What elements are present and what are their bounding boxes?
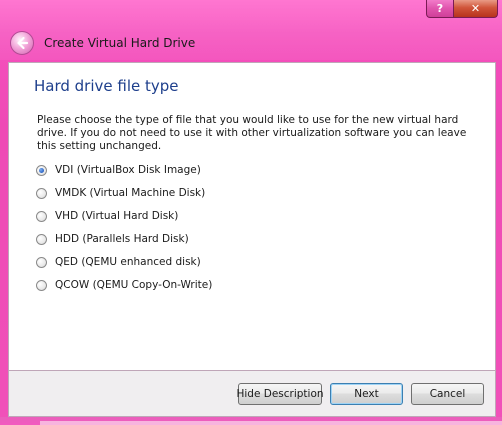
radio-option-hdd[interactable]: HDD (Parallels Hard Disk) (36, 231, 189, 247)
radio-label: VMDK (Virtual Machine Disk) (55, 187, 206, 199)
radio-label: HDD (Parallels Hard Disk) (55, 233, 189, 245)
radio-label: QCOW (QEMU Copy-On-Write) (55, 279, 213, 291)
radio-label: VHD (Virtual Hard Disk) (55, 210, 179, 222)
back-arrow-icon (17, 36, 29, 50)
radio-option-vmdk[interactable]: VMDK (Virtual Machine Disk) (36, 185, 205, 201)
radio-option-vdi[interactable]: VDI (VirtualBox Disk Image) (36, 162, 201, 178)
hide-description-button[interactable]: Hide Description (236, 383, 324, 405)
radio-option-qed[interactable]: QED (QEMU enhanced disk) (36, 254, 201, 270)
page-description: Please choose the type of file that you … (37, 114, 467, 152)
back-button[interactable] (10, 31, 34, 55)
radio-unselected-icon[interactable] (36, 187, 47, 199)
caption-buttons: ? ✕ (426, 0, 498, 18)
radio-option-vhd[interactable]: VHD (Virtual Hard Disk) (36, 208, 178, 224)
wizard-page: Hard drive file type Please choose the t… (8, 62, 496, 371)
radio-unselected-icon[interactable] (36, 210, 47, 222)
radio-unselected-icon[interactable] (36, 279, 47, 291)
help-icon: ? (436, 2, 444, 15)
radio-selected-icon[interactable] (36, 164, 47, 176)
help-button[interactable]: ? (426, 0, 454, 18)
dialog-title: Create Virtual Hard Drive (44, 36, 196, 50)
close-button[interactable]: ✕ (454, 0, 498, 18)
radio-label: VDI (VirtualBox Disk Image) (55, 164, 201, 176)
radio-dot (39, 167, 44, 173)
cancel-button[interactable]: Cancel (411, 383, 484, 405)
radio-option-qcow[interactable]: QCOW (QEMU Copy-On-Write) (36, 277, 212, 293)
close-icon: ✕ (470, 2, 481, 15)
page-heading: Hard drive file type (34, 77, 179, 95)
radio-unselected-icon[interactable] (36, 233, 47, 245)
next-button[interactable]: Next (330, 383, 403, 405)
radio-label: QED (QEMU enhanced disk) (55, 256, 201, 268)
taskbar-strip (40, 421, 502, 425)
radio-unselected-icon[interactable] (36, 256, 47, 268)
